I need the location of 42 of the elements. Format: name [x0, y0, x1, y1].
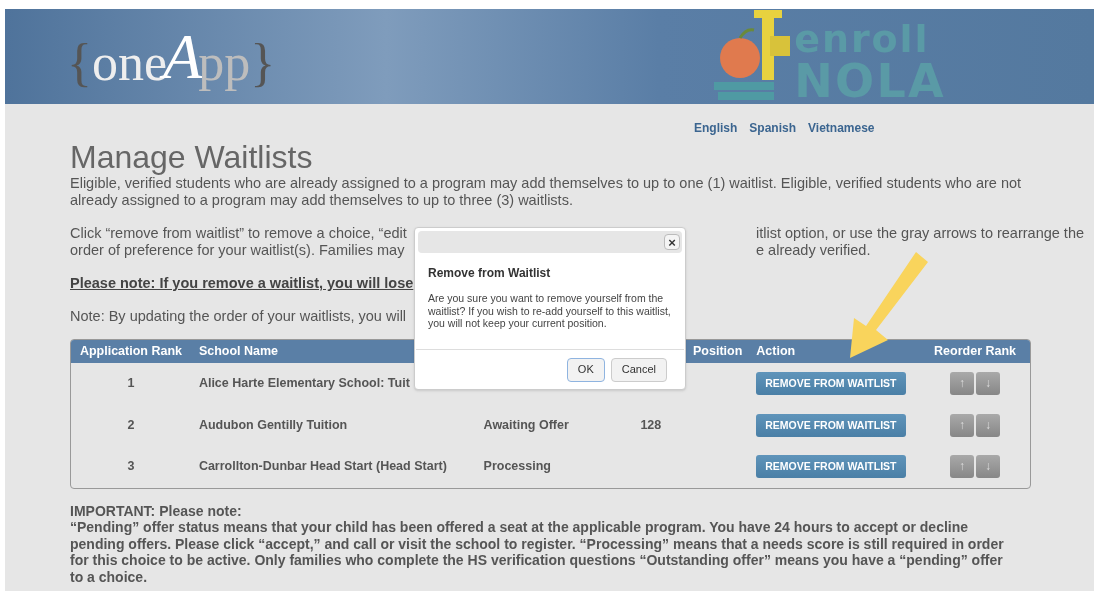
school-name-cell: Audubon Gentilly Tuition [198, 416, 348, 434]
dialog-title: Remove from Waitlist [427, 265, 552, 282]
language-link[interactable]: Spanish [749, 120, 797, 137]
remove-from-waitlist-button[interactable]: REMOVE FROM WAITLIST [756, 413, 906, 437]
paragraph-text: Click “remove from waitlist” to remove a choice, “edit [70, 225, 407, 242]
column-header: Position [693, 343, 743, 360]
paragraph-text: e already verified. [756, 242, 871, 259]
move-up-button[interactable]: ↑ [950, 455, 975, 479]
remove-from-waitlist-button[interactable]: REMOVE FROM WAITLIST [756, 372, 906, 396]
move-down-button[interactable]: ↓ [976, 372, 1001, 396]
move-down-button[interactable]: ↓ [976, 455, 1001, 479]
warning-text: Please note: If you remove a waitlist, you will lose [70, 275, 414, 292]
rank-cell: 3 [127, 458, 135, 476]
paragraph-text: order of preference for your waitlist(s). Families may [70, 242, 405, 259]
move-up-button[interactable]: ↑ [950, 372, 975, 396]
rank-cell: 2 [127, 416, 135, 434]
paragraph-text: Note: By updating the order of your waitlists, you will [70, 308, 407, 325]
oneapp-logo: {oneApp} [67, 24, 276, 89]
column-header: Reorder Rank [934, 343, 1017, 360]
remove-from-waitlist-button[interactable]: REMOVE FROM WAITLIST [756, 455, 906, 479]
column-header: School Name [198, 343, 279, 360]
page-title: Manage Waitlists [70, 139, 314, 175]
column-header: Application Rank [79, 343, 182, 360]
intro-paragraph: Eligible, verified students who are already assigned to a program may add themselves to up to one (1) waitlist. Eligible, verified students who are not already assigned to a program may add themselves to up to three (3) waitlists. [70, 175, 1023, 209]
school-name-cell: Carrollton-Dunbar Head Start (Head Start) [198, 458, 447, 476]
position-cell: 128 [640, 416, 662, 434]
close-button[interactable]: × [664, 234, 680, 250]
status-cell: Awaiting Offer [483, 416, 569, 434]
status-cell: Processing [483, 458, 551, 476]
paragraph-text: itlist option, or use the gray arrows to rearrange the [756, 225, 1085, 242]
important-paragraph: “Pending” offer status means that your child has been offered a seat at the applicable program. You have 24 hours to accept or decline pending offers. Please click “accept,” and call or visit the school to register. “Processing” means that a needs score is still required in order for this choice to be active. Only families who complete the HS verification questions “Outstanding offer” means you have a “pending” offer to a choice. [70, 519, 1005, 585]
language-link[interactable]: English [694, 120, 738, 137]
important-heading: IMPORTANT: Please note: [70, 502, 243, 519]
dialog-message: Are you sure you want to remove yourself from the waitlist? If you wish to re-add yourself to this waitlist, you will not keep your current position. [427, 292, 672, 330]
move-up-button[interactable]: ↑ [950, 413, 975, 437]
rank-cell: 1 [127, 375, 135, 393]
dialog-button[interactable]: Cancel [610, 357, 667, 382]
column-header: Action [756, 343, 796, 360]
dialog-button[interactable]: OK [566, 357, 605, 382]
language-link[interactable]: Vietnamese [808, 120, 875, 137]
school-name-cell: Alice Harte Elementary School: Tuit [198, 375, 410, 393]
move-down-button[interactable]: ↓ [976, 413, 1001, 437]
